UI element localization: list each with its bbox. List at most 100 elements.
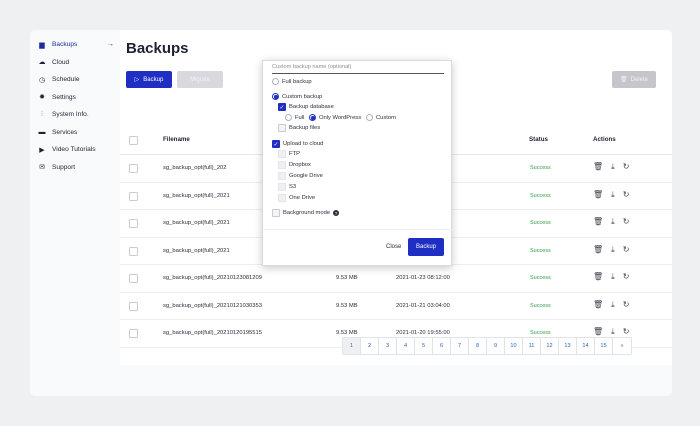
- sidebar-item-backups[interactable]: ▆ Backups →: [30, 36, 120, 54]
- status-badge: Success: [530, 275, 551, 281]
- row-actions: 🗑 ⤓ ↻: [593, 272, 629, 282]
- full-backup-radio[interactable]: Full backup: [272, 78, 312, 85]
- restore-icon[interactable]: ↻: [623, 245, 630, 255]
- restore-icon[interactable]: ↻: [623, 300, 630, 310]
- restore-icon[interactable]: ↻: [623, 272, 630, 282]
- row-checkbox[interactable]: [129, 329, 138, 338]
- radio-checked-icon: [309, 114, 316, 121]
- row-checkbox[interactable]: [129, 246, 138, 256]
- custom-backup-radio[interactable]: Custom backup: [272, 93, 322, 100]
- backup-button[interactable]: ▷ Backup: [126, 71, 172, 88]
- next-page-button[interactable]: »: [613, 338, 631, 354]
- page-button[interactable]: 1: [343, 338, 361, 354]
- sidebar-item-settings[interactable]: ✹ Settings: [30, 89, 120, 107]
- restore-icon[interactable]: ↻: [623, 190, 630, 200]
- download-icon[interactable]: ⤓: [611, 162, 615, 172]
- background-mode-label: Background mode: [283, 210, 331, 216]
- row-checkbox[interactable]: [129, 219, 138, 228]
- date-cell: 2021-01-23 08:12:00: [396, 275, 450, 281]
- download-icon[interactable]: ⤓: [611, 327, 615, 337]
- download-icon[interactable]: ⤓: [611, 217, 615, 227]
- delete-icon[interactable]: 🗑: [593, 327, 603, 337]
- sidebar-item-label: Services: [52, 128, 78, 136]
- status-badge: Success: [530, 330, 551, 336]
- db-custom-label: Custom: [376, 114, 396, 121]
- sliders-icon: ⫶: [41, 110, 43, 118]
- page-button[interactable]: 11: [523, 338, 541, 354]
- row-checkbox[interactable]: [129, 191, 138, 201]
- page-button[interactable]: 7: [451, 338, 469, 354]
- envelope-icon: ✉: [39, 164, 45, 172]
- actions-header: Actions: [593, 136, 616, 143]
- db-only-wordpress-radio[interactable]: Only WordPress: [309, 114, 361, 121]
- row-checkbox[interactable]: [129, 301, 138, 311]
- upload-to-cloud-checkbox[interactable]: ✓ Upload to cloud: [272, 140, 323, 148]
- cloud-google-drive-label: Google Drive: [289, 173, 323, 179]
- cloud-one-drive-checkbox[interactable]: One Drive: [278, 194, 315, 202]
- status-badge: Success: [530, 220, 551, 226]
- delete-icon[interactable]: 🗑: [593, 300, 603, 310]
- page-button[interactable]: 6: [433, 338, 451, 354]
- delete-icon[interactable]: 🗑: [593, 217, 603, 227]
- backup-database-checkbox[interactable]: ✓ Backup database: [278, 103, 334, 111]
- download-icon[interactable]: ⤓: [611, 272, 615, 282]
- page-button[interactable]: 15: [595, 338, 613, 354]
- row-checkbox[interactable]: [129, 164, 138, 173]
- page-button[interactable]: 9: [487, 338, 505, 354]
- page-button[interactable]: 2: [361, 338, 379, 354]
- clock-icon: ◷: [38, 76, 46, 84]
- help-icon[interactable]: ?: [333, 210, 340, 216]
- cloud-dropbox-label: Dropbox: [289, 162, 311, 168]
- download-icon[interactable]: ⤓: [611, 190, 615, 200]
- filename-cell: sg_backup_opt(full)_2021: [163, 247, 230, 254]
- page-button[interactable]: 10: [505, 338, 523, 354]
- size-cell: 9.53 MB: [336, 275, 358, 281]
- db-custom-radio[interactable]: Custom: [366, 114, 396, 121]
- checkbox-icon: [278, 183, 286, 191]
- delete-icon[interactable]: 🗑: [593, 272, 603, 282]
- migrate-button[interactable]: Migrate: [177, 71, 223, 88]
- checkbox-icon: [278, 172, 286, 180]
- cloud-s3-checkbox[interactable]: S3: [278, 183, 296, 191]
- cloud-google-drive-checkbox[interactable]: Google Drive: [278, 172, 323, 180]
- page-button[interactable]: 3: [379, 338, 397, 354]
- select-all-checkbox[interactable]: [129, 136, 138, 145]
- row-actions: 🗑 ⤓ ↻: [593, 217, 629, 227]
- page-button[interactable]: 5: [415, 338, 433, 354]
- page-button[interactable]: 4: [397, 338, 415, 354]
- page-button[interactable]: 14: [577, 338, 595, 354]
- filename-cell: sg_backup_opt(full)_202: [163, 165, 227, 171]
- download-icon[interactable]: ⤓: [611, 300, 615, 310]
- backup-name-input[interactable]: Custom backup name (optional): [272, 64, 444, 74]
- cloud-dropbox-checkbox[interactable]: Dropbox: [278, 161, 311, 169]
- row-checkbox[interactable]: [129, 274, 138, 283]
- filename-cell: sg_backup_opt(full)_20210120195515: [163, 330, 262, 336]
- page-button[interactable]: 13: [559, 338, 577, 354]
- restore-icon[interactable]: ↻: [623, 327, 630, 337]
- sidebar-item-services[interactable]: ▬ Services: [30, 124, 120, 142]
- restore-icon[interactable]: ↻: [623, 217, 630, 227]
- db-full-radio[interactable]: Full: [285, 114, 304, 121]
- page-button[interactable]: 8: [469, 338, 487, 354]
- sidebar-item-system-info[interactable]: ⫶ System Info.: [30, 106, 120, 124]
- row-actions: 🗑 ⤓ ↻: [593, 162, 629, 172]
- sidebar-item-support[interactable]: ✉ Support: [30, 159, 120, 177]
- sidebar-item-video-tutorials[interactable]: ▶ Video Tutorials: [30, 141, 120, 159]
- backup-files-checkbox[interactable]: Backup files: [278, 124, 320, 132]
- page-button[interactable]: 12: [541, 338, 559, 354]
- close-button[interactable]: Close: [386, 244, 401, 250]
- download-icon[interactable]: ⤓: [611, 245, 615, 255]
- restore-icon[interactable]: ↻: [623, 162, 630, 172]
- start-backup-button[interactable]: Backup: [408, 238, 444, 256]
- date-cell: 2021-01-20 19:55:00: [396, 330, 450, 336]
- sidebar-item-schedule[interactable]: ◷ Schedule: [30, 71, 120, 89]
- delete-icon[interactable]: 🗑: [593, 245, 603, 255]
- table-row: sg_backup_opt(full)_20210121030353 9.53 M…: [120, 293, 672, 320]
- background-mode-checkbox[interactable]: Background mode ?: [272, 209, 340, 217]
- cloud-ftp-checkbox[interactable]: FTP: [278, 150, 300, 158]
- sidebar-item-cloud[interactable]: ☁ Cloud: [30, 54, 120, 72]
- delete-button[interactable]: 🗑 Delete: [612, 71, 656, 88]
- delete-icon[interactable]: 🗑: [593, 190, 603, 200]
- status-badge: Success: [530, 302, 551, 309]
- delete-icon[interactable]: 🗑: [593, 162, 603, 172]
